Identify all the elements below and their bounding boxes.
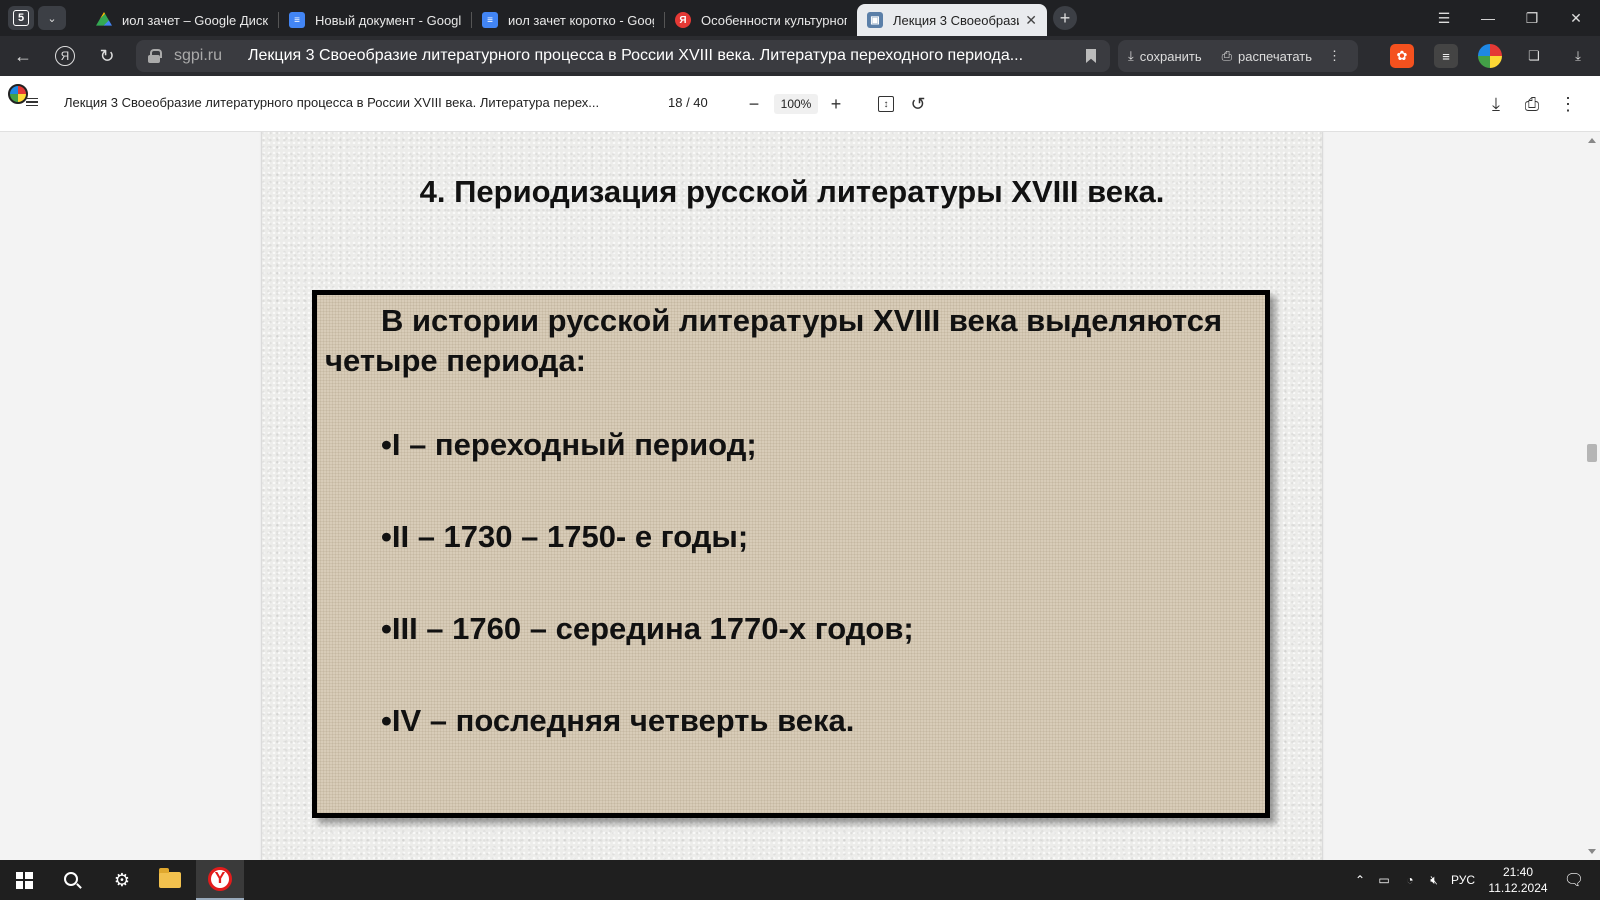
omnibox[interactable]: sgpi.ru Лекция 3 Своеобразие литературно… — [136, 40, 1110, 72]
tab-title: Особенности культурног — [701, 12, 847, 28]
slide-intro: В истории русской литературы XVIII века … — [325, 303, 1223, 378]
rotate-icon[interactable]: ↺ — [906, 92, 930, 116]
tab-google-drive[interactable]: иол зачет – Google Диск — [86, 4, 278, 36]
url-domain: sgpi.ru — [174, 47, 223, 64]
clock-date: 11.12.2024 — [1488, 881, 1548, 895]
pdf-document-title: Лекция 3 Своеобразие литературного проце… — [64, 95, 600, 110]
browser-menu-icon[interactable]: ☰ — [1422, 0, 1466, 36]
slide-title: 4. Периодизация русской литературы XVIII… — [419, 174, 1165, 209]
url-page-title: Лекция 3 Своеобразие литературного проце… — [248, 47, 1024, 64]
pdf-toolbar: Лекция 3 Своеобразие литературного проце… — [0, 76, 1600, 132]
start-button[interactable] — [0, 860, 48, 900]
download-pdf-icon[interactable]: ⤓ — [1484, 92, 1508, 116]
yandex-color-logo-icon — [8, 84, 28, 104]
tab-google-docs-short[interactable]: ≡ иол зачет коротко - Goog — [472, 4, 664, 36]
search-icon[interactable] — [48, 860, 96, 900]
tab-counter-button[interactable]: 5 — [8, 6, 34, 30]
print-label: распечатать — [1238, 48, 1313, 64]
print-pdf-icon[interactable]: ⎙ — [1520, 92, 1544, 116]
downloads-icon[interactable]: ⤓ — [1566, 44, 1590, 68]
yandex-home-icon[interactable]: Я — [48, 39, 82, 73]
slide-content-box: В истории русской литературы XVIII века … — [312, 290, 1270, 818]
download-icon: ⤓ — [1128, 48, 1134, 63]
extension-video-icon[interactable]: ✿ — [1390, 44, 1414, 68]
clock-time: 21:40 — [1502, 865, 1534, 879]
save-label: сохранить — [1139, 48, 1202, 64]
tab-count: 5 — [13, 10, 29, 26]
zoom-out-icon[interactable]: − — [742, 92, 766, 116]
tab-title: иол зачет – Google Диск — [122, 12, 268, 28]
printer-icon: ⎙ — [1221, 48, 1233, 63]
volume-muted-icon[interactable]: 🔇︎ — [1424, 860, 1444, 900]
save-button[interactable]: ⤓ сохранить — [1118, 40, 1212, 72]
extension-notes-icon[interactable]: ≡ — [1434, 44, 1458, 68]
scroll-up-icon[interactable] — [1588, 138, 1596, 143]
show-hidden-icons-chevron-icon[interactable]: ⌃ — [1352, 860, 1368, 900]
lock-icon — [148, 49, 162, 63]
battery-icon[interactable]: ▭ — [1374, 860, 1394, 900]
google-docs-icon: ≡ — [289, 12, 305, 28]
windows-logo-icon — [15, 871, 33, 889]
tab-title: Лекция 3 Своеобразие — [893, 12, 1020, 28]
extension-color-icon[interactable] — [1478, 44, 1502, 68]
zoom-level[interactable]: 100% — [774, 94, 818, 114]
tab-google-docs-new[interactable]: ≡ Новый документ - Google — [279, 4, 471, 36]
google-drive-icon — [96, 12, 112, 26]
collections-icon[interactable]: ❏ — [1522, 44, 1546, 68]
new-tab-button[interactable]: + — [1053, 6, 1077, 30]
sidebar-menu-icon[interactable] — [26, 98, 38, 106]
tab-list-chevron-icon[interactable]: ⌄ — [38, 6, 66, 30]
pdf-viewer[interactable]: 4. Периодизация русской литературы XVIII… — [0, 132, 1600, 860]
fit-page-icon[interactable]: ↕ — [874, 92, 898, 116]
google-docs-icon: ≡ — [482, 12, 498, 28]
period-item: •III – 1760 – середина 1770-х годов; — [381, 611, 914, 646]
tab-title: иол зачет коротко - Goog — [508, 12, 654, 28]
more-actions-icon[interactable]: ⋮ — [1322, 40, 1347, 72]
system-clock[interactable]: 21:40 11.12.2024 — [1478, 864, 1558, 896]
close-window-icon[interactable]: ✕ — [1554, 0, 1598, 36]
file-explorer-icon[interactable] — [146, 860, 194, 900]
tab-lecture-pdf[interactable]: ▣ Лекция 3 Своеобразие ✕ — [857, 4, 1047, 36]
zoom-in-icon[interactable]: + — [824, 92, 848, 116]
pdf-more-icon[interactable]: ⋮ — [1556, 92, 1580, 116]
pdf-page: 4. Периодизация русской литературы XVIII… — [262, 132, 1322, 860]
tab-title: Новый документ - Google — [315, 12, 461, 28]
pdf-viewer-icon: ▣ — [867, 12, 883, 28]
windows-taskbar: ⚙ Y ⌃ ▭ ◔ 🔇︎ РУС 21:40 11.12.2024 🗨︎ — [0, 860, 1600, 900]
settings-gear-icon[interactable]: ⚙ — [98, 860, 146, 900]
print-button[interactable]: ⎙ распечатать — [1212, 40, 1322, 72]
period-item: •II – 1730 – 1750- е годы; — [381, 519, 749, 554]
bookmark-icon[interactable] — [1086, 49, 1096, 63]
yandex-browser-taskbar-icon[interactable]: Y — [196, 860, 244, 900]
notifications-icon[interactable]: 🗨︎ — [1556, 860, 1592, 900]
tab-yandex[interactable]: Я Особенности культурног — [665, 4, 857, 36]
page-indicator[interactable]: 18 / 40 — [668, 95, 708, 110]
input-language[interactable]: РУС — [1448, 860, 1478, 900]
page-actions: ⤓ сохранить ⎙ распечатать ⋮ — [1118, 40, 1358, 72]
reload-icon[interactable]: ↻ — [90, 39, 124, 73]
address-bar: ← Я ↻ sgpi.ru Лекция 3 Своеобразие литер… — [0, 36, 1600, 76]
period-item: •IV – последняя четверть века. — [381, 703, 855, 738]
minimize-window-icon[interactable]: — — [1466, 0, 1510, 36]
vertical-scrollbar[interactable] — [1584, 132, 1600, 860]
scroll-thumb[interactable] — [1587, 444, 1597, 462]
restore-window-icon[interactable]: ❐ — [1510, 0, 1554, 36]
close-tab-icon[interactable]: ✕ — [1025, 12, 1037, 29]
yandex-icon: Я — [675, 12, 691, 28]
scroll-down-icon[interactable] — [1588, 849, 1596, 854]
wifi-icon[interactable]: ◔ — [1400, 860, 1420, 900]
back-arrow-icon[interactable]: ← — [6, 39, 40, 73]
tab-strip: 5 ⌄ иол зачет – Google Диск ≡ Новый доку… — [0, 0, 1600, 36]
period-item: •I – переходный период; — [381, 427, 757, 462]
